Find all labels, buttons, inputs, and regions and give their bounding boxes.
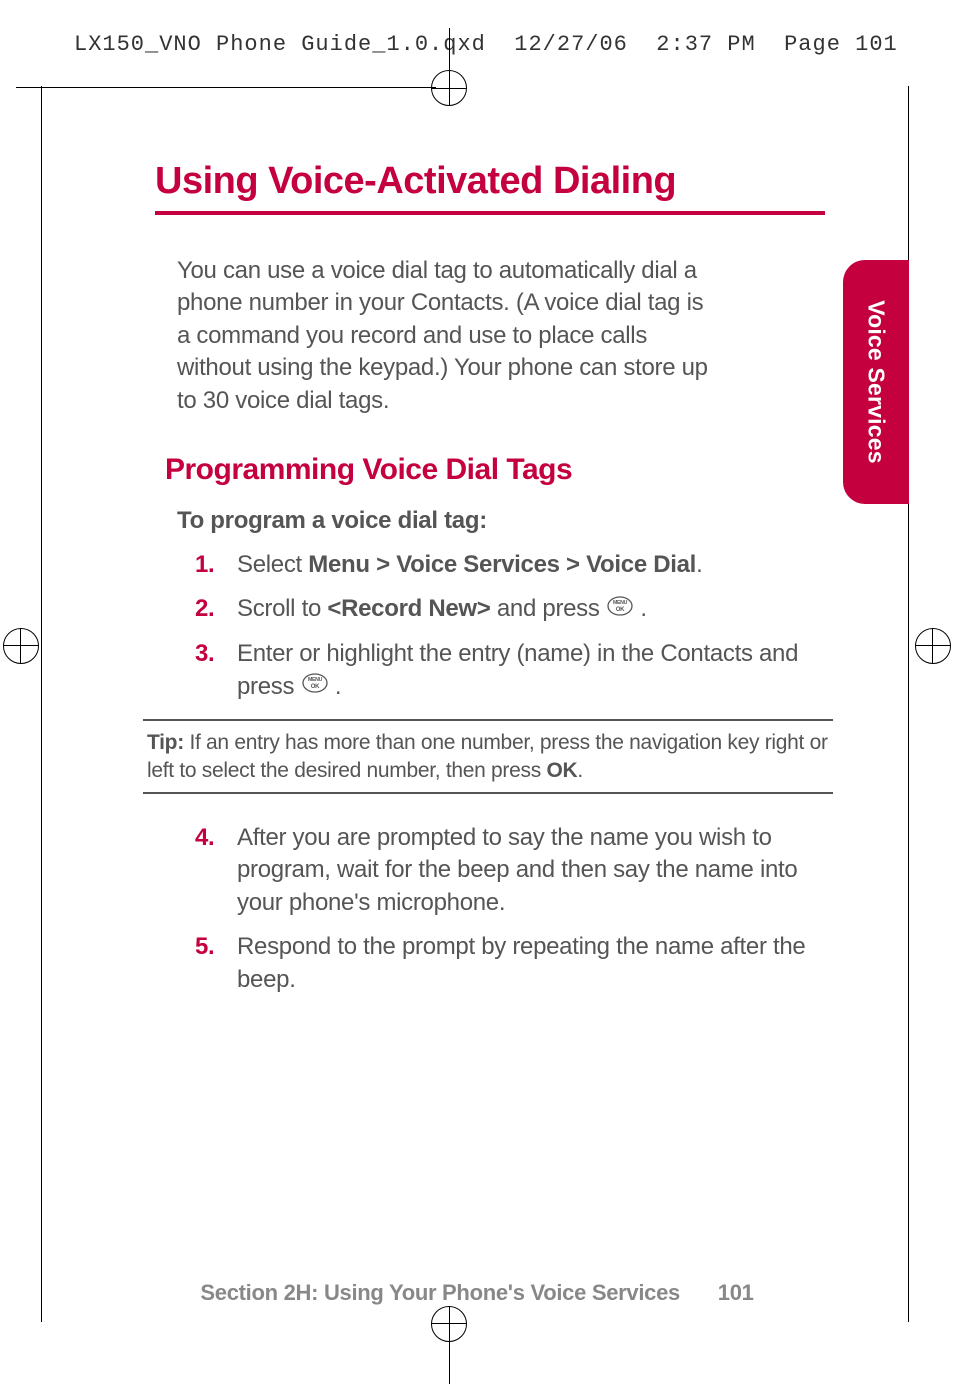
section-heading: Programming Voice Dial Tags <box>155 453 825 487</box>
registration-mark-right <box>915 628 951 664</box>
menu-ok-button-icon: MENUOK <box>301 671 329 703</box>
tip-callout: Tip: If an entry has more than one numbe… <box>143 719 833 794</box>
step-text: . <box>634 595 647 622</box>
side-tab: Voice Services <box>843 260 909 504</box>
svg-text:MENU: MENU <box>308 677 323 683</box>
step-text: Scroll to <box>237 595 327 622</box>
page-footer: Section 2H: Using Your Phone's Voice Ser… <box>0 1280 954 1306</box>
step-text: . <box>329 673 342 700</box>
menu-ok-button-icon: MENUOK <box>606 594 634 626</box>
step-number: 5. <box>195 931 214 963</box>
intro-paragraph: You can use a voice dial tag to automati… <box>155 255 825 417</box>
step-text: . <box>696 551 702 578</box>
registration-mark-left <box>3 628 39 664</box>
side-tab-label: Voice Services <box>863 300 890 464</box>
step-number: 3. <box>195 638 214 670</box>
step-3: 3. Enter or highlight the entry (name) i… <box>195 638 825 703</box>
tip-text: If an entry has more than one number, pr… <box>147 731 828 781</box>
svg-text:OK: OK <box>616 607 625 613</box>
step-number: 1. <box>195 549 214 581</box>
menu-path: Menu > Voice Services > Voice Dial <box>308 551 696 578</box>
tip-text: . <box>577 759 583 782</box>
ok-key-label: OK <box>546 759 577 782</box>
step-text: Select <box>237 551 308 578</box>
step-text: and press <box>491 595 606 622</box>
step-1: 1. Select Menu > Voice Services > Voice … <box>195 549 825 581</box>
tip-label: Tip: <box>147 731 184 754</box>
crop-mark-bottom <box>436 1324 462 1384</box>
page-content: Using Voice-Activated Dialing You can us… <box>155 160 825 1008</box>
procedure-list-continued: 4. After you are prompted to say the nam… <box>155 822 825 996</box>
record-new-label: <Record New> <box>327 595 490 622</box>
page-number: 101 <box>718 1280 754 1305</box>
step-text: Respond to the prompt by repeating the n… <box>237 933 805 992</box>
svg-text:MENU: MENU <box>613 600 628 606</box>
step-4: 4. After you are prompted to say the nam… <box>195 822 825 919</box>
step-number: 2. <box>195 593 214 625</box>
procedure-lead-in: To program a voice dial tag: <box>155 507 825 535</box>
step-number: 4. <box>195 822 214 854</box>
procedure-list: 1. Select Menu > Voice Services > Voice … <box>155 549 825 703</box>
step-text: After you are prompted to say the name y… <box>237 824 797 916</box>
svg-text:OK: OK <box>310 684 319 690</box>
step-2: 2. Scroll to <Record New> and press MENU… <box>195 593 825 626</box>
crop-mark-top <box>436 28 462 88</box>
section-reference: Section 2H: Using Your Phone's Voice Ser… <box>200 1280 680 1305</box>
print-job-header: LX150_VNO Phone Guide_1.0.qxd 12/27/06 2… <box>0 32 954 57</box>
page-title: Using Voice-Activated Dialing <box>155 160 825 215</box>
step-5: 5. Respond to the prompt by repeating th… <box>195 931 825 996</box>
